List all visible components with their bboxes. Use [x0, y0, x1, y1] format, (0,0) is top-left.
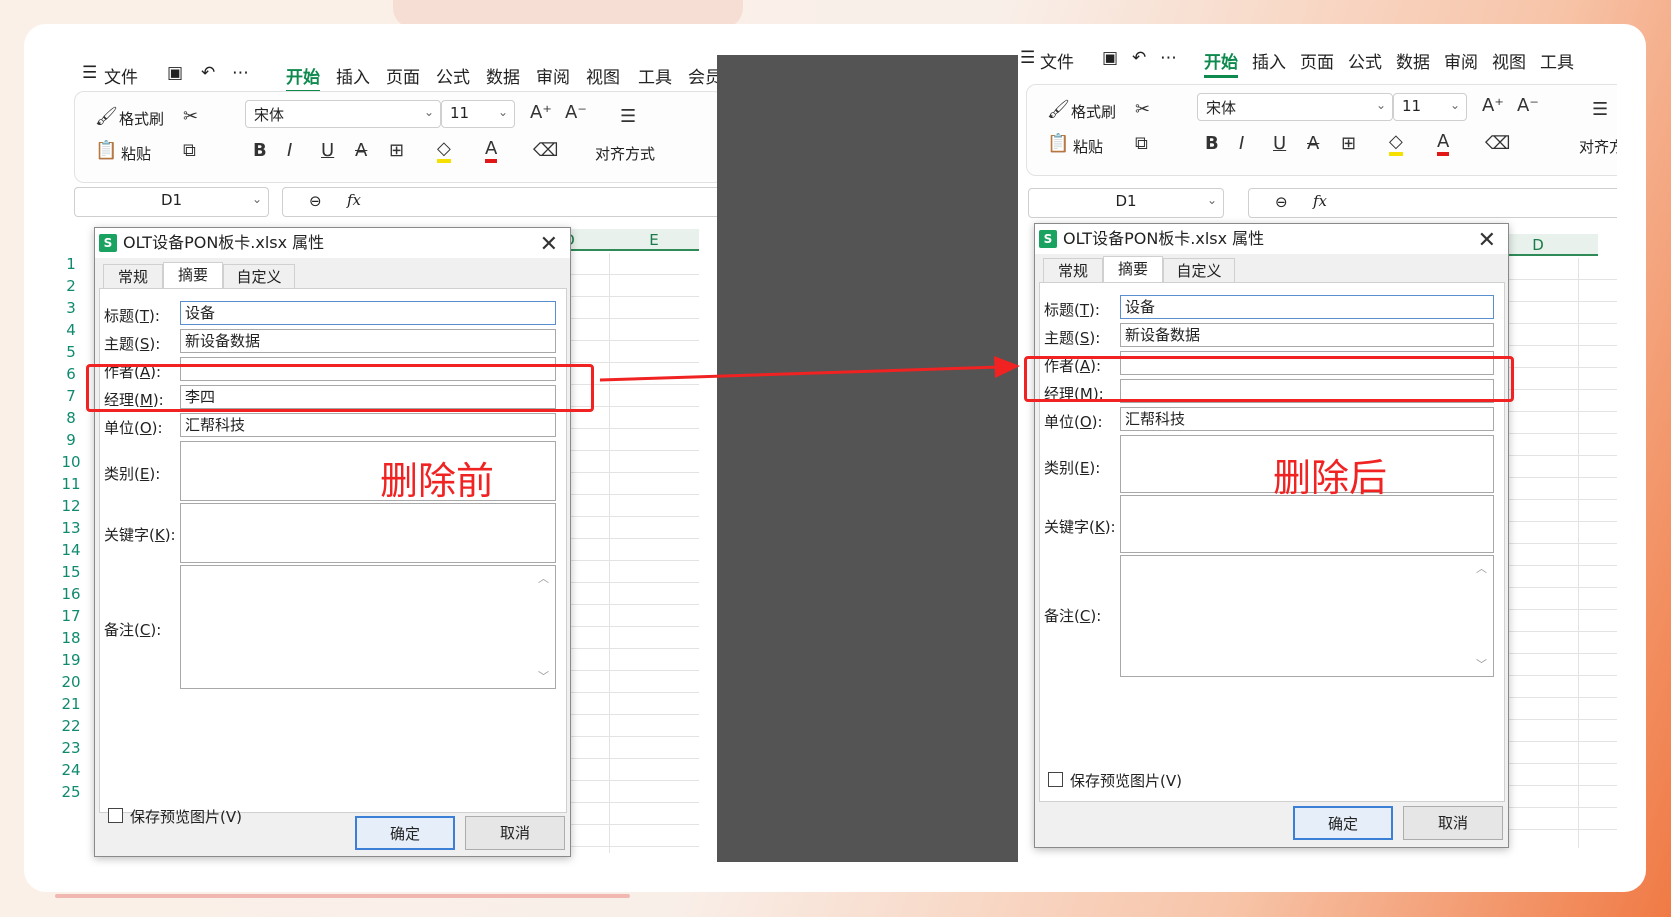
arrow-line — [599, 365, 1001, 382]
arrow-head-icon — [994, 356, 1020, 378]
arrow-overlay — [599, 356, 1020, 382]
